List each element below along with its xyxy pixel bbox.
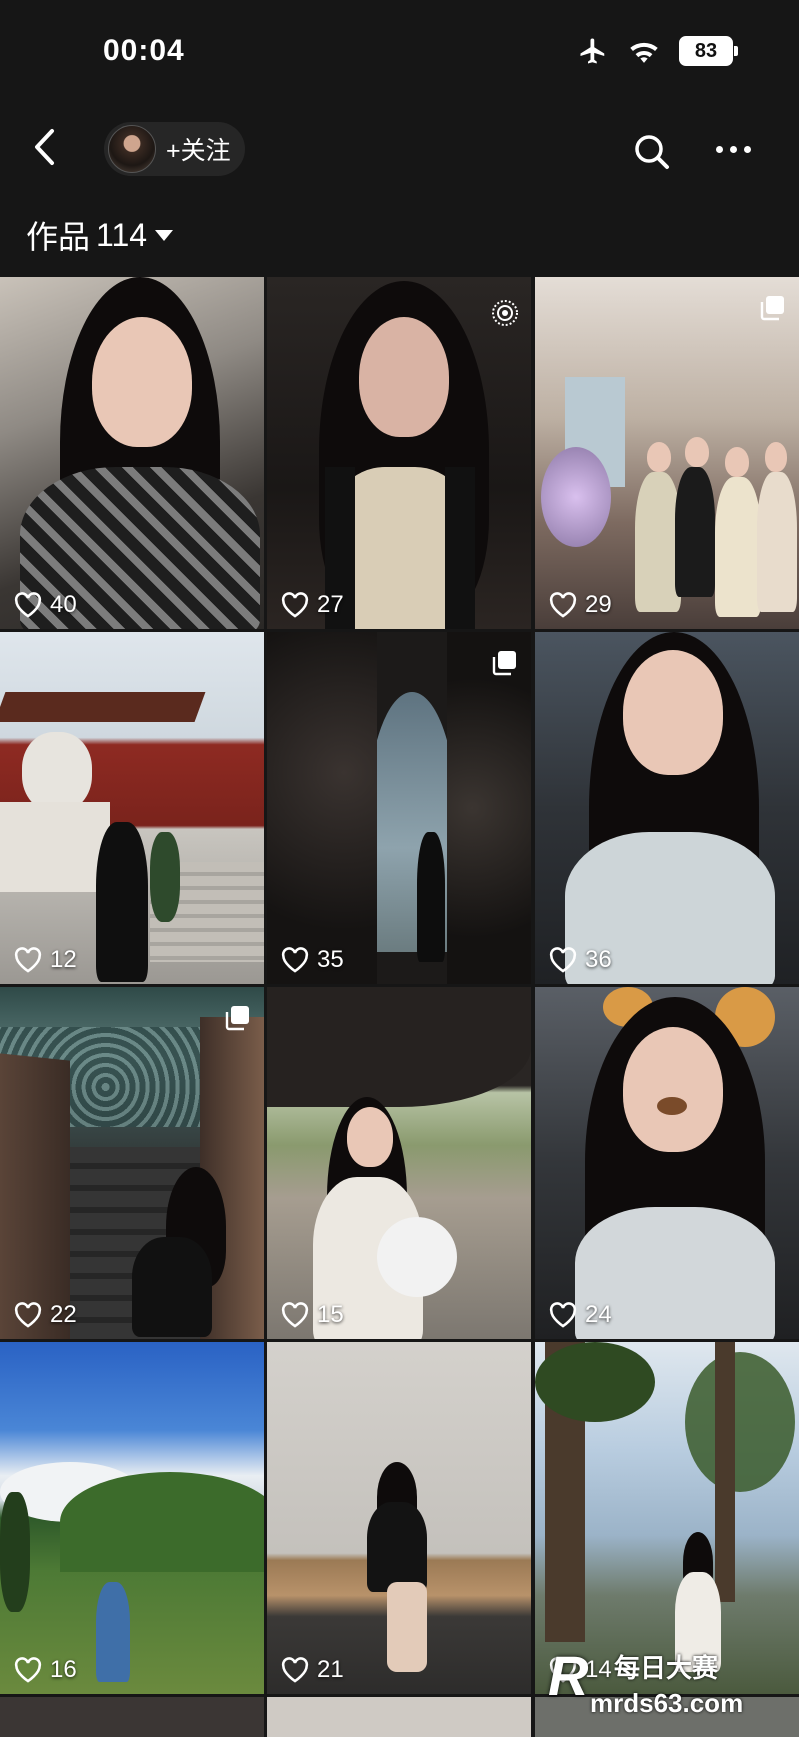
like-count: 29	[549, 591, 612, 619]
status-bar: 00:04 83	[0, 0, 799, 110]
like-count: 40	[14, 591, 77, 619]
watermark-title: 每日大赛	[614, 1653, 719, 1683]
heart-icon	[281, 592, 309, 618]
heart-icon	[14, 592, 42, 618]
multi-image-icon	[225, 1006, 249, 1031]
heart-icon	[14, 1657, 42, 1683]
like-count: 22	[14, 1301, 77, 1329]
work-tile[interactable]	[267, 1697, 531, 1737]
heart-icon	[281, 1302, 309, 1328]
work-tile[interactable]: 14	[535, 1342, 799, 1694]
heart-icon	[281, 1657, 309, 1683]
work-tile[interactable]: 35	[267, 632, 531, 984]
work-tile[interactable]: 29	[535, 277, 799, 629]
work-tile[interactable]: 40	[0, 277, 264, 629]
heart-icon	[281, 947, 309, 973]
caret-down-icon	[155, 229, 174, 241]
top-nav: +关注	[0, 110, 799, 192]
work-tile[interactable]: 36	[535, 632, 799, 984]
work-tile[interactable]: 21	[267, 1342, 531, 1694]
back-button[interactable]	[24, 124, 64, 170]
like-count: 27	[281, 591, 344, 619]
live-photo-icon	[492, 300, 518, 326]
works-filter[interactable]: 作品 114	[26, 212, 174, 258]
like-count: 12	[14, 946, 77, 974]
work-tile[interactable]	[0, 1697, 264, 1737]
like-count: 36	[549, 946, 612, 974]
heart-icon	[549, 592, 577, 618]
work-tile[interactable]: 24	[535, 987, 799, 1339]
like-count: 35	[281, 946, 344, 974]
work-tile[interactable]: 12	[0, 632, 264, 984]
work-tile[interactable]: 27	[267, 277, 531, 629]
works-label: 作品	[26, 219, 91, 255]
like-count: 24	[549, 1301, 612, 1329]
follow-button[interactable]: +关注	[104, 122, 245, 176]
status-time: 00:04	[103, 34, 185, 67]
work-tile[interactable]: 16	[0, 1342, 264, 1694]
like-count: 15	[281, 1301, 344, 1329]
heart-icon	[549, 1302, 577, 1328]
work-tile[interactable]: 15	[267, 987, 531, 1339]
heart-icon	[549, 947, 577, 973]
back-arrow-icon	[35, 129, 54, 165]
battery-icon: 83	[679, 36, 738, 66]
follow-label: +关注	[166, 137, 231, 165]
status-icons: 83	[577, 36, 738, 66]
like-count: 16	[14, 1656, 77, 1684]
heart-icon	[14, 947, 42, 973]
airplane-icon	[580, 38, 605, 64]
watermark: R 每日大赛 mrds63.com	[548, 1644, 788, 1724]
multi-image-icon	[492, 651, 516, 676]
watermark-url: mrds63.com	[590, 1688, 744, 1718]
like-count: 21	[281, 1656, 344, 1684]
battery-level: 83	[694, 39, 718, 62]
avatar[interactable]	[108, 125, 156, 173]
more-icon[interactable]	[716, 146, 751, 153]
wifi-icon	[630, 42, 658, 63]
multi-image-icon	[760, 296, 784, 321]
works-count: 114	[96, 216, 148, 253]
watermark-logo: R	[548, 1644, 589, 1707]
work-tile[interactable]: 22	[0, 987, 264, 1339]
search-icon[interactable]	[632, 132, 672, 172]
heart-icon	[14, 1302, 42, 1328]
